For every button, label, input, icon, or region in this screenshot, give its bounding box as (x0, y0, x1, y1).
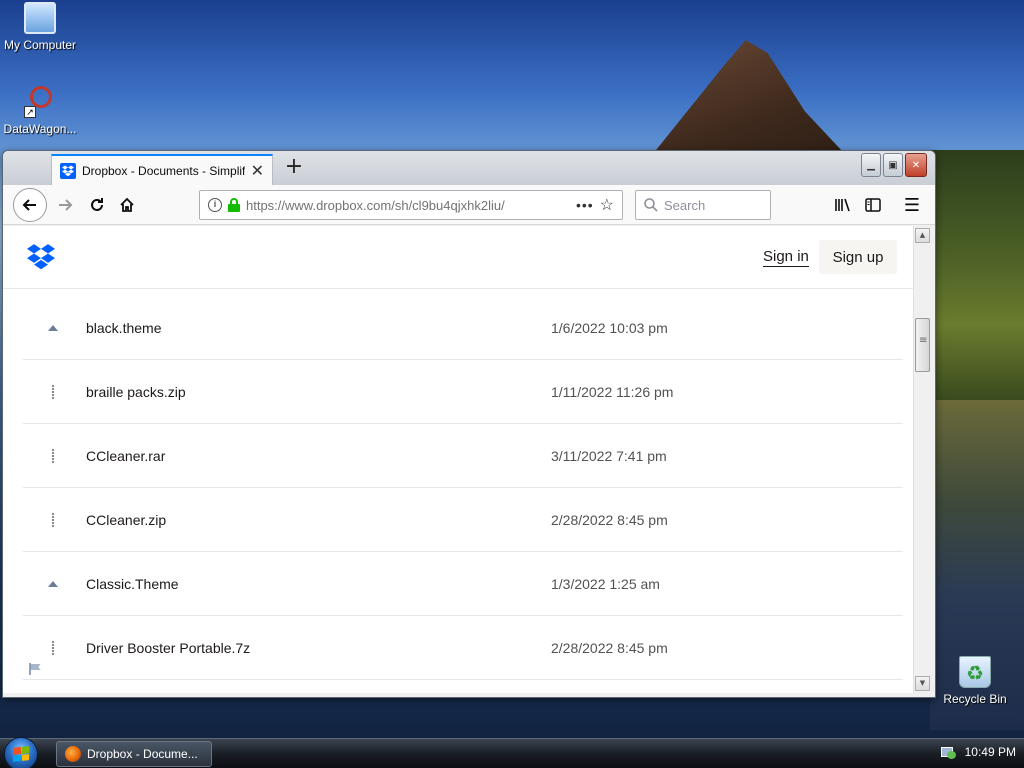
search-input[interactable] (664, 197, 760, 213)
browser-window: Dropbox - Documents - Simplif ✕ + ▁ ▣ ✕ … (2, 150, 936, 698)
desktop-icon-datawagon[interactable]: ↗ DataWagon... (0, 86, 80, 136)
page-actions-icon[interactable]: ••• (576, 197, 594, 213)
scrollbar-thumb[interactable] (915, 318, 930, 372)
file-name[interactable]: Driver Booster Portable.7z (86, 640, 250, 656)
firefox-icon (65, 746, 81, 762)
maximize-button[interactable]: ▣ (883, 153, 903, 177)
file-modified: 1/6/2022 10:03 pm (551, 319, 668, 336)
page-content: Sign in Sign up black.theme 1/6/2022 10:… (3, 226, 919, 693)
sidebar-toggle-icon[interactable] (859, 191, 887, 219)
home-button[interactable] (113, 191, 141, 219)
file-row[interactable]: braille packs.zip 1/11/2022 11:26 pm (23, 360, 903, 424)
back-arrow-icon (22, 199, 36, 211)
computer-icon (24, 2, 56, 34)
reload-icon (91, 198, 103, 211)
desktop-icon-recycle-bin[interactable]: Recycle Bin (935, 656, 1015, 706)
close-window-button[interactable]: ✕ (905, 153, 927, 177)
file-name[interactable]: black.theme (86, 320, 161, 336)
file-row[interactable]: CCleaner.rar 3/11/2022 7:41 pm (23, 424, 903, 488)
dropbox-favicon-icon (60, 162, 76, 179)
windows-logo-icon (13, 746, 29, 762)
feedback-flag-icon[interactable] (29, 663, 43, 675)
file-modified: 3/11/2022 7:41 pm (551, 447, 667, 464)
file-modified: 1/11/2022 11:26 pm (551, 383, 674, 400)
file-name[interactable]: CCleaner.zip (86, 512, 166, 528)
taskbar: Dropbox - Docume... 10:49 PM (0, 737, 1024, 768)
file-row[interactable]: Driver Booster Portable.7z 2/28/2022 8:4… (23, 616, 903, 680)
wallpaper-forest (930, 150, 1024, 400)
dropbox-logo-icon[interactable] (27, 244, 55, 270)
bookmark-star-icon[interactable]: ☆ (600, 195, 614, 215)
file-list: black.theme 1/6/2022 10:03 pm braille pa… (23, 296, 903, 680)
clock[interactable]: 10:49 PM (965, 745, 1016, 759)
theme-file-icon (47, 576, 59, 592)
library-icon[interactable] (829, 191, 857, 219)
search-bar[interactable] (635, 190, 771, 220)
archive-file-icon (47, 448, 59, 464)
lock-icon[interactable] (228, 198, 240, 212)
datawagon-icon: ↗ (24, 86, 56, 118)
browser-tab[interactable]: Dropbox - Documents - Simplif ✕ (51, 154, 273, 185)
desktop-icon-my-computer[interactable]: My Computer (0, 2, 80, 52)
start-button[interactable] (4, 737, 38, 768)
url-text[interactable]: https://www.dropbox.com/sh/cl9bu4qjxhk2l… (246, 198, 570, 213)
sign-in-link[interactable]: Sign in (763, 248, 809, 267)
file-name[interactable]: Classic.Theme (86, 576, 179, 592)
file-modified: 2/28/2022 8:45 pm (551, 639, 668, 656)
vertical-scrollbar[interactable]: ▲ ▼ (913, 226, 931, 693)
tab-title: Dropbox - Documents - Simplif (82, 163, 245, 178)
scroll-down-button[interactable]: ▼ (915, 676, 930, 691)
file-modified: 2/28/2022 8:45 pm (551, 511, 668, 528)
forward-button[interactable] (51, 191, 79, 219)
info-icon[interactable]: i (208, 198, 222, 212)
file-row[interactable]: Classic.Theme 1/3/2022 1:25 am (23, 552, 903, 616)
home-icon (120, 197, 134, 212)
file-modified: 1/3/2022 1:25 am (551, 575, 660, 592)
new-tab-button[interactable]: + (281, 155, 307, 181)
system-tray: 10:49 PM (940, 745, 1016, 759)
forward-arrow-icon (59, 199, 73, 211)
file-name[interactable]: braille packs.zip (86, 384, 186, 400)
back-button[interactable] (13, 188, 47, 222)
sign-up-button[interactable]: Sign up (819, 240, 897, 274)
dropbox-header: Sign in Sign up (3, 226, 919, 289)
url-bar[interactable]: i https://www.dropbox.com/sh/cl9bu4qjxhk… (199, 190, 623, 220)
tab-strip: Dropbox - Documents - Simplif ✕ + ▁ ▣ ✕ (3, 151, 935, 185)
close-tab-icon[interactable]: ✕ (251, 161, 264, 181)
network-icon[interactable] (940, 745, 957, 759)
minimize-button[interactable]: ▁ (861, 153, 881, 177)
desktop-icon-label: Recycle Bin (943, 692, 1007, 706)
file-name[interactable]: CCleaner.rar (86, 448, 165, 464)
archive-file-icon (47, 640, 59, 656)
theme-file-icon (47, 320, 59, 336)
taskbar-button-label: Dropbox - Docume... (87, 747, 198, 761)
navigation-toolbar: i https://www.dropbox.com/sh/cl9bu4qjxhk… (3, 185, 935, 225)
reload-button[interactable] (83, 191, 111, 219)
desktop-icon-label: My Computer (3, 38, 77, 52)
file-row[interactable]: black.theme 1/6/2022 10:03 pm (23, 296, 903, 360)
archive-file-icon (47, 384, 59, 400)
window-controls: ▁ ▣ ✕ (861, 153, 927, 177)
taskbar-button-firefox[interactable]: Dropbox - Docume... (56, 741, 212, 767)
desktop-icon-label: DataWagon... (3, 122, 77, 136)
search-icon (644, 198, 658, 212)
recycle-bin-icon (959, 656, 991, 688)
file-row[interactable]: CCleaner.zip 2/28/2022 8:45 pm (23, 488, 903, 552)
scroll-up-button[interactable]: ▲ (915, 228, 930, 243)
hamburger-menu-icon[interactable]: ☰ (898, 191, 926, 219)
archive-file-icon (47, 512, 59, 528)
